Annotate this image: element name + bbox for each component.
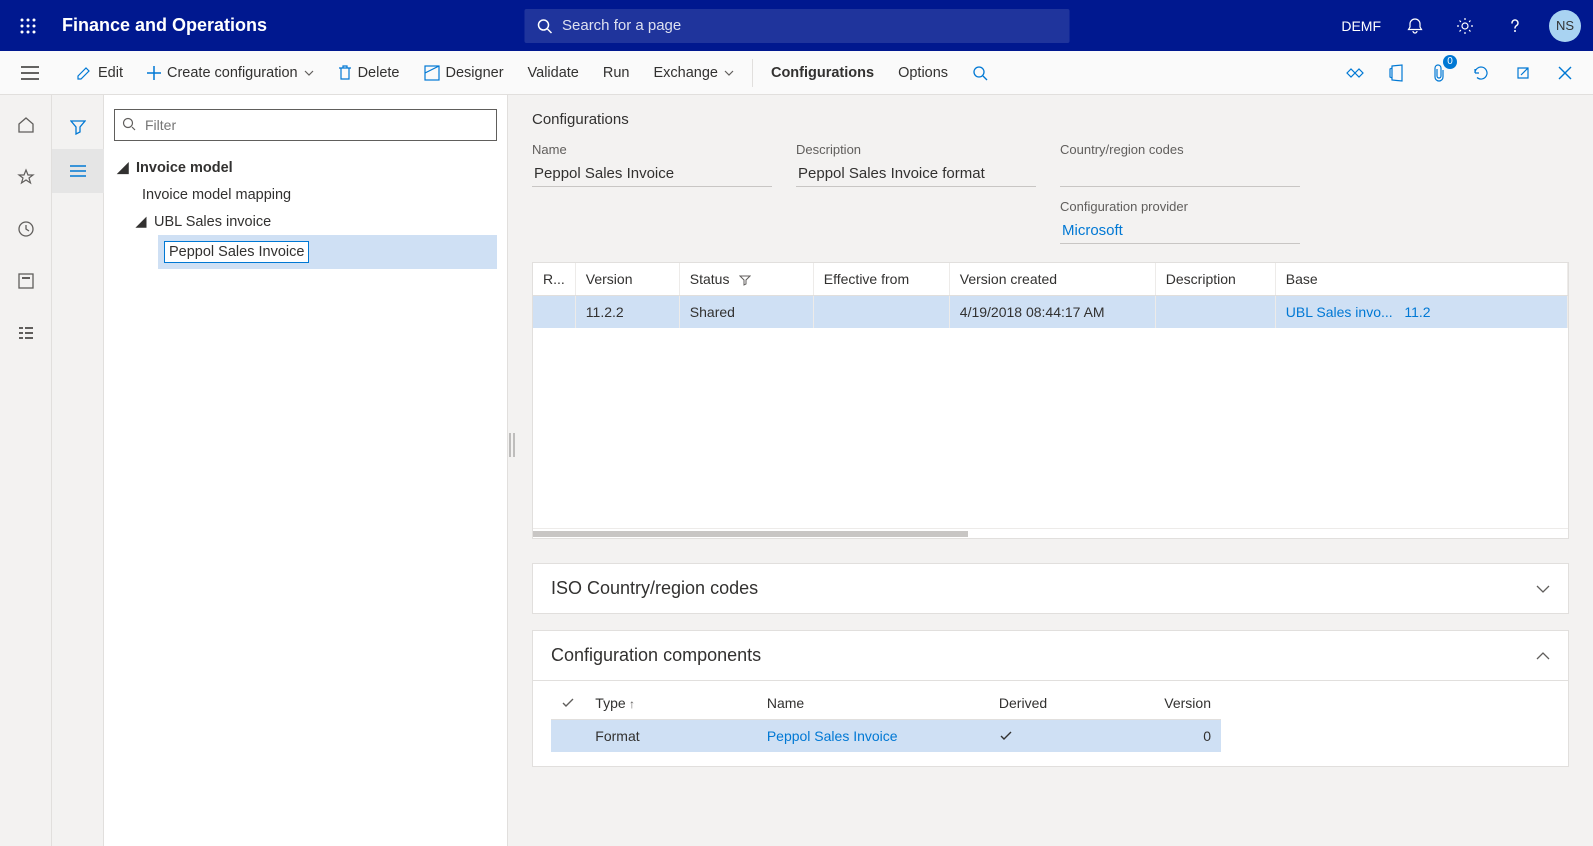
- grid-row[interactable]: 11.2.2 Shared 4/19/2018 08:44:17 AM UBL …: [533, 296, 1568, 329]
- recent-icon[interactable]: [10, 213, 42, 245]
- field-country[interactable]: [1060, 161, 1300, 187]
- related-info-icon[interactable]: [1341, 59, 1369, 87]
- tree-filter-input[interactable]: [114, 109, 497, 141]
- help-icon[interactable]: [1499, 10, 1531, 42]
- cell-desc: [1155, 296, 1275, 329]
- tree-node-invoice-model[interactable]: ◢ Invoice model: [114, 155, 497, 181]
- search-icon: [122, 117, 136, 131]
- tree-node-peppol-sales-invoice[interactable]: Peppol Sales Invoice: [158, 235, 497, 269]
- page-search-icon[interactable]: [960, 51, 1000, 95]
- office-addin-icon[interactable]: [1383, 59, 1411, 87]
- col-version[interactable]: Version: [1150, 687, 1221, 720]
- chevron-down-icon: [724, 70, 734, 76]
- cell-status: Shared: [679, 296, 813, 329]
- grid-header-row: R... Version Status Effective from Versi…: [533, 263, 1568, 296]
- filter-icon: [739, 274, 751, 286]
- designer-icon: [424, 65, 440, 81]
- field-provider[interactable]: Microsoft: [1060, 218, 1300, 244]
- favorites-icon[interactable]: [10, 161, 42, 193]
- configurations-tab[interactable]: Configurations: [759, 51, 886, 95]
- col-created[interactable]: Version created: [949, 263, 1155, 296]
- designer-button[interactable]: Designer: [412, 51, 516, 95]
- col-base[interactable]: Base: [1275, 263, 1567, 296]
- workspaces-icon[interactable]: [10, 265, 42, 297]
- nav-rail: [0, 95, 52, 846]
- tree-node-ubl-sales-invoice[interactable]: ◢ UBL Sales invoice: [136, 209, 497, 235]
- list-icon[interactable]: [52, 149, 104, 193]
- col-effective[interactable]: Effective from: [813, 263, 949, 296]
- pencil-icon: [76, 65, 92, 81]
- global-search-input[interactable]: [562, 17, 1057, 34]
- cell-derived: [989, 720, 1150, 753]
- cell-created: 4/19/2018 08:44:17 AM: [949, 296, 1155, 329]
- tree-node-invoice-model-mapping[interactable]: Invoice model mapping: [136, 181, 497, 209]
- attachments-badge: 0: [1443, 55, 1457, 69]
- col-status[interactable]: Status: [679, 263, 813, 296]
- col-version[interactable]: Version: [575, 263, 679, 296]
- col-description[interactable]: Description: [1155, 263, 1275, 296]
- close-icon[interactable]: [1551, 59, 1579, 87]
- fasttab-configuration-components[interactable]: Configuration components: [532, 630, 1569, 681]
- caret-down-icon: ◢: [136, 214, 146, 230]
- app-launcher-icon[interactable]: [12, 10, 44, 42]
- content-area: Configurations Name Peppol Sales Invoice…: [508, 95, 1593, 846]
- run-button[interactable]: Run: [591, 51, 642, 95]
- company-code[interactable]: DEMF: [1341, 18, 1381, 34]
- popout-icon[interactable]: [1509, 59, 1537, 87]
- modules-icon[interactable]: [10, 317, 42, 349]
- plus-icon: [147, 66, 161, 80]
- col-check[interactable]: [551, 687, 585, 720]
- components-row[interactable]: Format Peppol Sales Invoice 0: [551, 720, 1221, 753]
- components-grid: Type Name Derived Version Format Peppol …: [532, 681, 1569, 767]
- hamburger-icon[interactable]: [14, 57, 46, 89]
- field-label-name: Name: [532, 142, 772, 157]
- chevron-down-icon: [1536, 585, 1550, 593]
- create-configuration-button[interactable]: Create configuration: [135, 51, 326, 95]
- field-label-description: Description: [796, 142, 1036, 157]
- trash-icon: [338, 65, 352, 81]
- options-tab[interactable]: Options: [886, 51, 960, 95]
- home-icon[interactable]: [10, 109, 42, 141]
- edit-button[interactable]: Edit: [64, 51, 135, 95]
- cell-type: Format: [585, 720, 757, 753]
- field-description[interactable]: Peppol Sales Invoice format: [796, 161, 1036, 187]
- field-name[interactable]: Peppol Sales Invoice: [532, 161, 772, 187]
- exchange-button[interactable]: Exchange: [641, 51, 746, 95]
- col-derived[interactable]: Derived: [989, 687, 1150, 720]
- filter-rail: [52, 95, 104, 846]
- action-bar: Edit Create configuration Delete Designe…: [0, 51, 1593, 95]
- field-label-country: Country/region codes: [1060, 142, 1300, 157]
- fasttab-iso-country[interactable]: ISO Country/region codes: [532, 563, 1569, 614]
- top-header: Finance and Operations DEMF NS: [0, 0, 1593, 51]
- versions-grid: R... Version Status Effective from Versi…: [532, 262, 1569, 539]
- cell-version: 0: [1150, 720, 1221, 753]
- global-search[interactable]: [524, 9, 1069, 43]
- validate-button[interactable]: Validate: [516, 51, 591, 95]
- col-type[interactable]: Type: [585, 687, 757, 720]
- splitter-handle[interactable]: [508, 425, 516, 465]
- horizontal-scrollbar[interactable]: [533, 528, 1568, 538]
- settings-icon[interactable]: [1449, 10, 1481, 42]
- chevron-up-icon: [1536, 652, 1550, 660]
- chevron-down-icon: [304, 70, 314, 76]
- cell-base: UBL Sales invo... 11.2: [1275, 296, 1567, 329]
- filter-icon[interactable]: [52, 105, 104, 149]
- delete-button[interactable]: Delete: [326, 51, 412, 95]
- section-title-configurations: Configurations: [532, 111, 1569, 128]
- refresh-icon[interactable]: [1467, 59, 1495, 87]
- cell-version: 11.2.2: [575, 296, 679, 329]
- tree-panel: ◢ Invoice model Invoice model mapping ◢ …: [104, 95, 508, 846]
- attachments-icon[interactable]: 0: [1425, 59, 1453, 87]
- cell-effective: [813, 296, 949, 329]
- field-label-provider: Configuration provider: [1060, 199, 1300, 214]
- components-header-row: Type Name Derived Version: [551, 687, 1221, 720]
- notifications-icon[interactable]: [1399, 10, 1431, 42]
- col-r[interactable]: R...: [533, 263, 575, 296]
- divider: [752, 59, 753, 87]
- col-name[interactable]: Name: [757, 687, 989, 720]
- app-title: Finance and Operations: [62, 15, 267, 36]
- user-avatar[interactable]: NS: [1549, 10, 1581, 42]
- caret-down-icon: ◢: [118, 160, 128, 176]
- cell-name[interactable]: Peppol Sales Invoice: [757, 720, 989, 753]
